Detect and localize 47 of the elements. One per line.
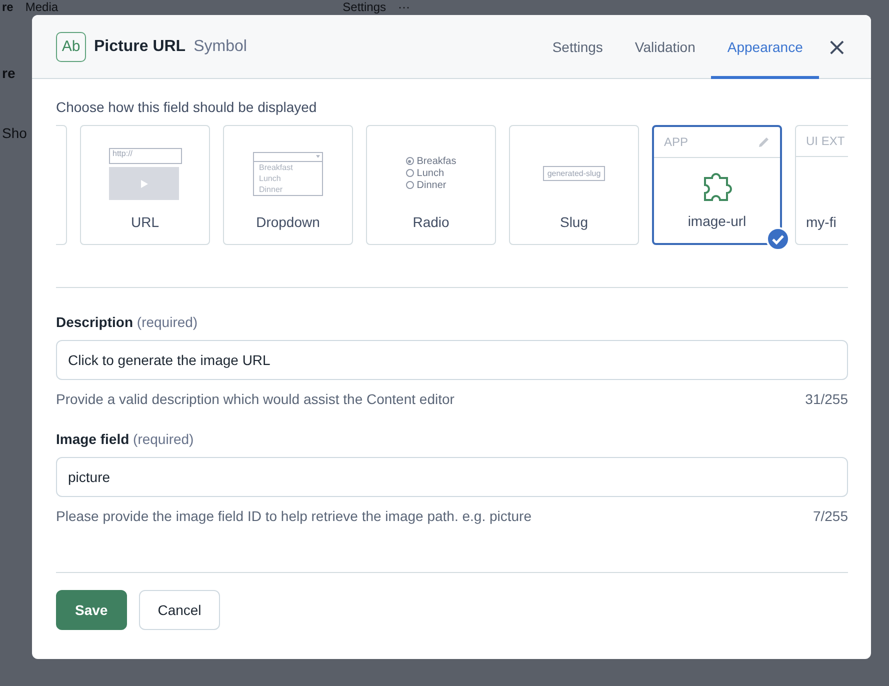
card-label: URL xyxy=(130,214,159,230)
caret-icon xyxy=(316,155,320,158)
page-text: Sho xyxy=(2,125,27,141)
check-icon xyxy=(766,227,790,251)
card-label: Dropdown xyxy=(256,214,320,230)
field-label: Image field (required) xyxy=(56,431,195,447)
radio-label: Breakfas xyxy=(416,156,456,166)
cancel-button[interactable]: Cancel xyxy=(138,590,220,630)
radio-label: Dinner xyxy=(416,180,446,190)
appearance-card[interactable]: generated-slug Slug xyxy=(509,125,639,245)
url-preview-field: http:// xyxy=(108,148,182,164)
dialog-title: Picture URL xyxy=(94,38,186,56)
pencil-icon[interactable] xyxy=(758,136,770,148)
appearance-card[interactable]: Breakfast Lunch Dinner Dropdown xyxy=(223,125,353,245)
radio-label: Lunch xyxy=(416,168,444,178)
character-count: 31/255 xyxy=(805,391,848,407)
tab[interactable]: Appearance xyxy=(711,14,819,78)
field-type: Symbol xyxy=(194,38,247,56)
section-prompt: Choose how this field should be displayed xyxy=(56,99,318,115)
play-icon xyxy=(138,178,148,188)
field-label: Description (required) xyxy=(56,314,199,330)
tab[interactable]: Validation xyxy=(618,14,712,78)
help-text: Please provide the image field ID to help retrieve the image path. e.g. picture xyxy=(56,508,532,524)
close-button[interactable]: × xyxy=(818,32,847,60)
card-label: my-fi xyxy=(806,214,836,230)
card-category: APP xyxy=(664,135,688,149)
input-field[interactable]: picture xyxy=(56,457,848,497)
character-count: 7/255 xyxy=(812,508,848,524)
input-field[interactable]: Click to generate the image URL xyxy=(56,340,848,380)
page-text: re xyxy=(2,65,16,81)
slug-preview: generated-slug xyxy=(543,166,605,180)
page-text: ··· xyxy=(398,0,410,14)
page-text: Settings xyxy=(342,0,386,14)
save-button[interactable]: Save xyxy=(56,590,127,630)
card-label: Slug xyxy=(560,214,588,230)
appearance-card[interactable]: UI EXT my-fi xyxy=(795,125,848,245)
tab[interactable]: Settings xyxy=(536,14,619,78)
field-type-icon: Ab xyxy=(56,32,86,62)
card-category: UI EXT xyxy=(806,134,845,148)
card-label: image-url xyxy=(688,213,746,229)
appearance-card[interactable]: Breakfas Lunch Dinner Radio xyxy=(366,125,496,245)
page-text: Media xyxy=(25,0,58,14)
dropdown-preview: Breakfast Lunch Dinner xyxy=(253,152,323,196)
appearance-card[interactable]: http:// URL xyxy=(80,125,210,245)
help-text: Provide a valid description which would assist the Content editor xyxy=(56,391,454,407)
card-label: Radio xyxy=(412,214,450,230)
page-text: re xyxy=(2,0,14,14)
